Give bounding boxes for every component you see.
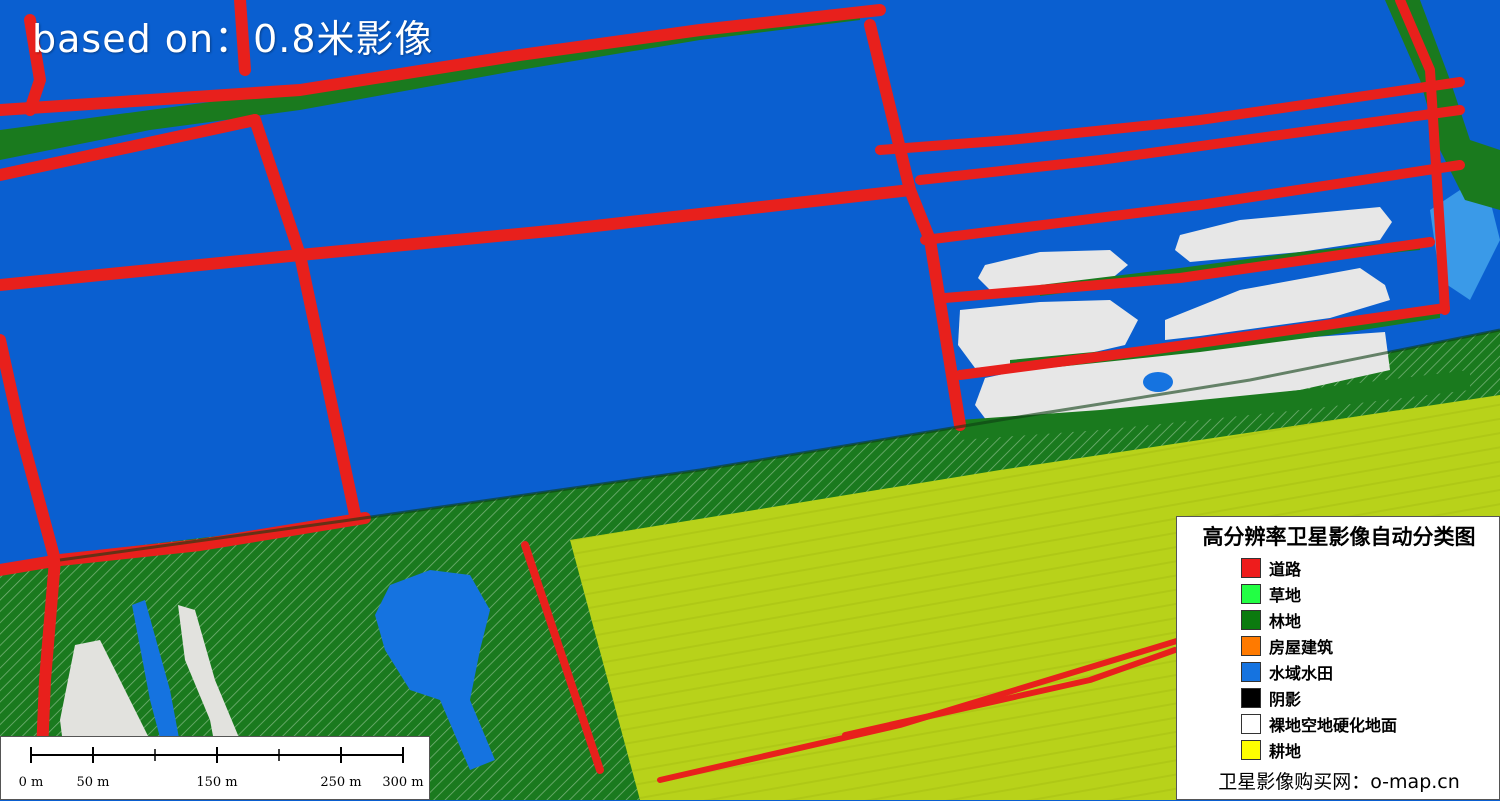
legend-label: 阴影 xyxy=(1269,690,1302,709)
legend-item: 林地 xyxy=(1241,607,1397,633)
legend-item: 裸地空地硬化地面 xyxy=(1241,711,1397,737)
legend-item: 阴影 xyxy=(1241,685,1397,711)
legend-swatch-farmland xyxy=(1241,740,1261,760)
legend-swatch-grassland xyxy=(1241,584,1261,604)
legend-label: 林地 xyxy=(1269,612,1302,631)
legend-item: 水域水田 xyxy=(1241,659,1397,685)
scale-tick-label: 0 m xyxy=(18,775,44,790)
legend-label: 草地 xyxy=(1269,586,1302,605)
imagery-resolution-note: based on：0.8米影像 xyxy=(32,17,434,61)
scale-bar: 0 m 50 m 150 m 250 m 300 m xyxy=(0,736,430,800)
scale-tick-label: 150 m xyxy=(196,775,238,790)
scale-bar-graphic xyxy=(30,747,404,763)
legend-swatch-forest xyxy=(1241,610,1261,630)
legend-footer-website: 卫星影像购买网：o-map.cn xyxy=(1218,771,1460,793)
legend-swatch-road xyxy=(1241,558,1261,578)
scale-tick-label: 300 m xyxy=(382,775,424,790)
legend-label: 水域水田 xyxy=(1269,664,1334,683)
legend-swatch-water xyxy=(1241,662,1261,682)
legend-list: 道路 草地 林地 房屋建筑 水域水田 阴影 裸地空地硬化地面 耕地 xyxy=(1241,555,1397,763)
legend-label: 耕地 xyxy=(1269,742,1302,761)
legend-swatch-buildings xyxy=(1241,636,1261,656)
small-pond xyxy=(1143,372,1173,392)
legend-swatch-bare-ground xyxy=(1241,714,1261,734)
legend-item: 房屋建筑 xyxy=(1241,633,1397,659)
legend-panel: 高分辨率卫星影像自动分类图 道路 草地 林地 房屋建筑 水域水田 阴影 裸地空地… xyxy=(1176,516,1500,800)
legend-item: 草地 xyxy=(1241,581,1397,607)
scale-tick-label: 50 m xyxy=(76,775,110,790)
legend-label: 房屋建筑 xyxy=(1269,638,1334,657)
legend-item: 道路 xyxy=(1241,555,1397,581)
legend-label: 裸地空地硬化地面 xyxy=(1269,716,1398,735)
scale-tick-label: 250 m xyxy=(320,775,362,790)
legend-swatch-shadow xyxy=(1241,688,1261,708)
legend-title: 高分辨率卫星影像自动分类图 xyxy=(1202,524,1476,549)
legend-label: 道路 xyxy=(1269,560,1302,579)
legend-item: 耕地 xyxy=(1241,737,1397,763)
